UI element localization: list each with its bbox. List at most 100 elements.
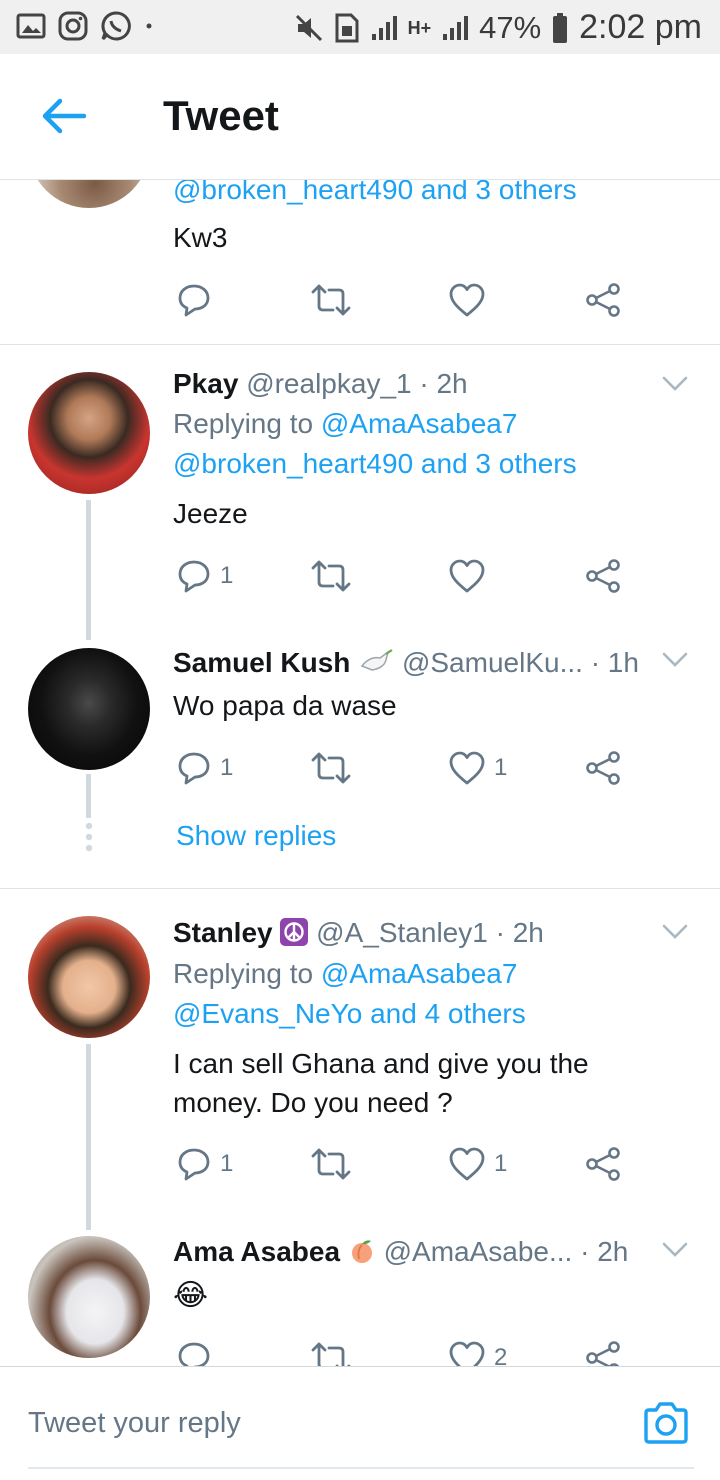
reply-icon — [178, 1342, 210, 1366]
retweet-icon — [311, 1342, 351, 1366]
divider — [0, 344, 720, 345]
mute-icon — [295, 14, 322, 41]
tweet-thread: @broken_heart490 and 3 others Kw3 Pkay @… — [0, 180, 720, 1366]
show-replies-link[interactable]: Show replies — [176, 820, 336, 852]
thread-line — [86, 774, 91, 818]
tweet-time: · 2h — [495, 917, 544, 948]
reply-button[interactable]: 1 — [176, 746, 233, 790]
reply-button[interactable] — [176, 278, 212, 322]
camera-icon[interactable] — [642, 1401, 690, 1445]
share-button[interactable] — [584, 278, 622, 322]
replying-to-link[interactable]: @broken_heart490 and 3 others — [173, 448, 577, 480]
retweet-icon — [311, 1148, 351, 1180]
reply-count: 1 — [220, 1150, 234, 1177]
like-count: 1 — [494, 754, 508, 781]
clock: 2:02 pm — [579, 8, 702, 46]
reply-button[interactable]: 1 — [176, 554, 233, 598]
author-name[interactable]: Samuel Kush — [173, 647, 350, 678]
like-button[interactable]: 2 — [448, 1336, 507, 1366]
like-count: 2 — [494, 1344, 508, 1366]
whatsapp-icon — [101, 11, 131, 41]
heart-icon — [449, 1341, 485, 1366]
share-button[interactable] — [584, 1142, 622, 1186]
retweet-icon — [311, 560, 351, 592]
thread-line — [86, 1044, 91, 1230]
reply-icon — [178, 1148, 210, 1181]
back-arrow-icon[interactable] — [40, 96, 86, 136]
heart-icon — [449, 559, 485, 593]
retweet-button[interactable] — [310, 554, 352, 598]
avatar[interactable] — [28, 1236, 150, 1358]
replying-to-link[interactable]: @AmaAsabea7 — [321, 958, 518, 989]
replying-to-prefix: Replying to — [173, 958, 314, 989]
replying-to-prefix: Replying to — [173, 408, 314, 439]
tweet-text: Kw3 — [173, 222, 228, 253]
retweet-button[interactable] — [310, 1142, 352, 1186]
share-button[interactable] — [584, 746, 622, 790]
signal-icon-2 — [443, 15, 469, 40]
page-title: Tweet — [163, 92, 279, 139]
tweet-time: · 1h — [590, 647, 639, 678]
tweet-meta: Ama Asabea @AmaAsabe... · 2h — [173, 1236, 628, 1268]
author-name[interactable]: Pkay — [173, 368, 238, 399]
like-button[interactable]: 1 — [448, 746, 507, 790]
author-handle[interactable]: @SamuelKu... — [402, 647, 583, 678]
like-button[interactable]: 1 — [448, 1142, 507, 1186]
author-name[interactable]: Stanley — [173, 917, 273, 948]
like-button[interactable] — [448, 554, 486, 598]
chevron-down-icon[interactable] — [662, 924, 688, 940]
retweet-button[interactable] — [310, 746, 352, 790]
tweet-actions: 1 1 — [176, 746, 626, 790]
peace-sign-icon — [280, 918, 309, 946]
battery-percent: 47% — [479, 9, 542, 45]
reply-count: 1 — [220, 562, 234, 589]
chevron-down-icon[interactable] — [662, 376, 688, 392]
more-replies-dots — [85, 822, 93, 852]
app-header: Tweet — [0, 54, 720, 180]
thread-line — [86, 500, 91, 640]
author-handle[interactable]: @realpkay_1 — [246, 368, 411, 399]
tweet-actions: 1 — [176, 554, 626, 598]
replying-to-link[interactable]: @broken_heart490 and 3 others — [173, 180, 577, 206]
status-bar: H+ 47% 2:02 pm — [0, 0, 720, 54]
avatar[interactable] — [28, 916, 150, 1038]
retweet-button[interactable] — [310, 278, 352, 322]
dot-icon — [146, 23, 152, 29]
reply-icon — [178, 560, 210, 593]
replying-to-link[interactable]: @AmaAsabea7 — [321, 408, 518, 439]
reply-button[interactable] — [176, 1336, 212, 1366]
avatar[interactable] — [28, 648, 150, 770]
share-icon — [586, 283, 620, 317]
reply-button[interactable]: 1 — [176, 1142, 233, 1186]
like-button[interactable] — [448, 278, 486, 322]
share-button[interactable] — [584, 554, 622, 598]
tweet-time: · 2h — [580, 1236, 629, 1267]
heart-icon — [449, 751, 485, 785]
replying-to: Replying to @AmaAsabea7 — [173, 958, 517, 990]
reply-input-underline — [28, 1467, 694, 1469]
reply-icon — [178, 752, 210, 785]
replying-to-link[interactable]: @Evans_NeYo and 4 others — [173, 998, 526, 1030]
reply-count: 1 — [220, 754, 234, 781]
heart-icon — [449, 283, 485, 317]
share-icon — [586, 1341, 620, 1366]
retweet-button[interactable] — [310, 1336, 352, 1366]
author-handle[interactable]: @A_Stanley1 — [316, 917, 488, 948]
chevron-down-icon[interactable] — [662, 652, 688, 668]
tweet-actions: 2 — [176, 1336, 626, 1366]
chevron-down-icon[interactable] — [662, 1242, 688, 1258]
author-name[interactable]: Ama Asabea — [173, 1236, 340, 1267]
reply-input[interactable]: Tweet your reply — [28, 1407, 241, 1440]
tweet-text: Wo papa da wase — [173, 690, 397, 721]
sim-icon — [335, 13, 359, 42]
replying-to: Replying to @AmaAsabea7 — [173, 408, 517, 440]
tweet-text: I can sell Ghana and give you the — [173, 1048, 589, 1079]
author-handle[interactable]: @AmaAsabe... — [384, 1236, 573, 1267]
tweet-actions — [176, 278, 626, 322]
tweet-meta: Stanley @A_Stanley1 · 2h — [173, 917, 544, 949]
avatar[interactable] — [28, 372, 150, 494]
tweet-meta: Pkay @realpkay_1 · 2h — [173, 368, 468, 400]
share-button[interactable] — [584, 1336, 622, 1366]
avatar[interactable] — [28, 180, 150, 208]
share-icon — [586, 1147, 620, 1181]
